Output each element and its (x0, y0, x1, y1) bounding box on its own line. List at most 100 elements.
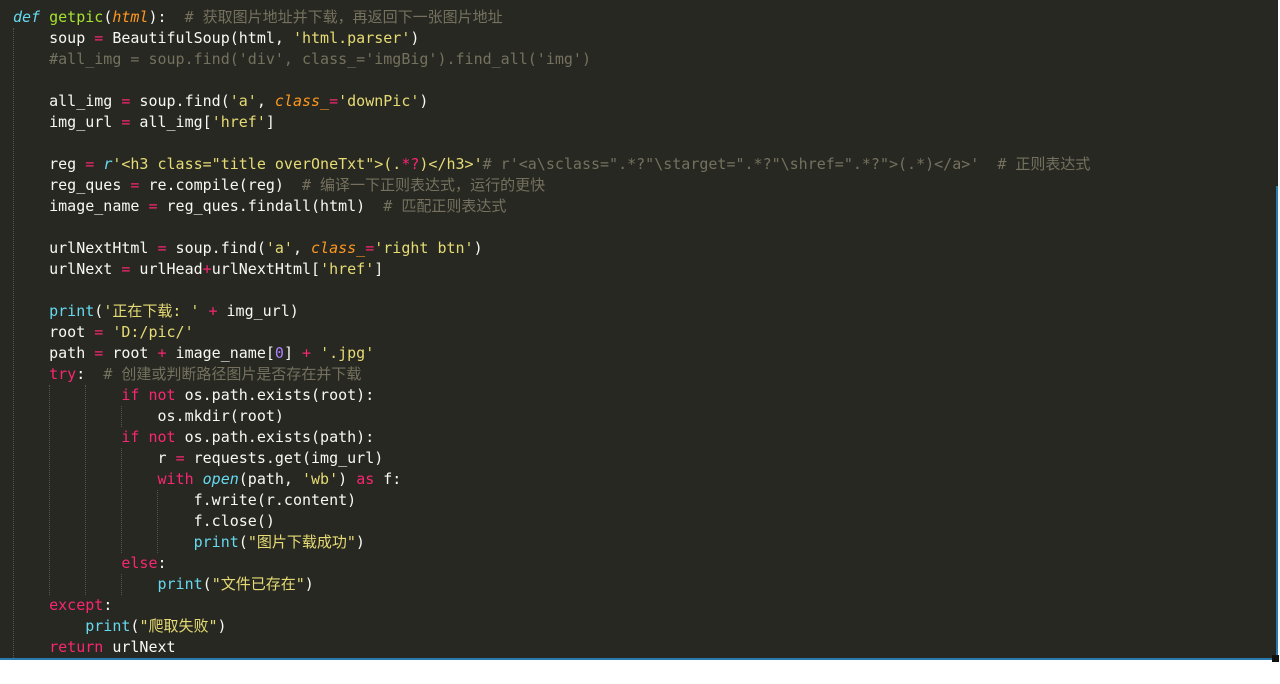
code-token-plain: os.path.exists(root): (175, 386, 375, 404)
code-token-str: 'D:/pic/' (112, 323, 194, 341)
code-token-op: *? (401, 155, 420, 173)
editor-bottom-border (0, 658, 1276, 660)
code-line[interactable]: img_url = all_img['href'] (13, 112, 275, 133)
code-token-op: = (94, 323, 104, 341)
code-token-plain: soup.find( (166, 239, 266, 257)
code-token-builtin: print (49, 302, 95, 320)
code-token-str: '.jpg' (320, 344, 375, 362)
code-line[interactable]: os.mkdir(root) (13, 406, 284, 427)
code-editor[interactable]: def getpic(html): # 获取图片地址并下载，再返回下一张图片地址… (0, 0, 1276, 659)
code-token-kw: try (49, 365, 77, 383)
code-line[interactable]: print("文件已存在") (13, 574, 314, 595)
code-line[interactable]: r = requests.get(img_url) (13, 448, 383, 469)
code-line[interactable]: print("图片下载成功") (13, 532, 365, 553)
code-token-plain: urlHead (130, 260, 203, 278)
code-token-plain: all_img[ (130, 113, 212, 131)
code-token-kw: not (148, 386, 176, 404)
code-line[interactable]: root = 'D:/pic/' (13, 322, 194, 343)
code-token-plain: image_name (13, 197, 149, 215)
code-token-op: = (148, 197, 158, 215)
code-token-plain: all_img (13, 92, 122, 110)
code-line[interactable]: image_name = reg_ques.findall(html) # 匹配… (13, 196, 506, 217)
code-token-str: )</h3>' (419, 155, 483, 173)
code-token-plain: root (103, 344, 158, 362)
code-line[interactable]: urlNext = urlHead+urlNextHtml['href'] (13, 259, 383, 280)
code-line[interactable]: reg_ques = re.compile(reg) # 编译一下正则表达式，运… (13, 175, 545, 196)
code-token-plain: (path, (238, 470, 302, 488)
code-token-kwi: open (202, 470, 239, 488)
code-token-com: # 编译一下正则表达式，运行的更快 (302, 176, 546, 194)
code-line[interactable]: print("爬取失败") (13, 616, 226, 637)
code-line[interactable]: else: (13, 553, 167, 574)
code-token-plain: ) (473, 239, 483, 257)
code-line[interactable]: soup = BeautifulSoup(html, 'html.parser'… (13, 28, 419, 49)
code-token-plain: image_name[ (166, 344, 275, 362)
code-token-str: '<h3 class="title overOneTxt">(. (112, 155, 402, 173)
code-token-kw: with (157, 470, 194, 488)
scrollbar-track[interactable] (1276, 186, 1278, 660)
code-token-kwi: def (13, 8, 41, 26)
code-token-str: "爬取失败" (139, 617, 218, 635)
code-token-plain: r (13, 449, 176, 467)
code-token-str: '正在下载: ' (103, 302, 200, 320)
code-line[interactable]: f.write(r.content) (13, 490, 357, 511)
code-line[interactable]: print('正在下载: ' + img_url) (13, 301, 299, 322)
code-line[interactable]: #all_img = soup.find('div', class_='imgB… (13, 49, 591, 70)
code-token-kwi: r (103, 155, 113, 173)
code-line[interactable]: urlNextHtml = soup.find('a', class_='rig… (13, 238, 483, 259)
code-line[interactable]: if not os.path.exists(path): (13, 427, 374, 448)
code-token-plain: : (157, 554, 167, 572)
code-token-plain: ): (148, 8, 185, 26)
code-token-plain: requests.get(img_url) (184, 449, 384, 467)
code-token-plain: f: (374, 470, 402, 488)
code-token-plain: : (103, 596, 113, 614)
code-token-kw: return (49, 638, 104, 656)
code-token-plain: soup.find( (130, 92, 230, 110)
code-token-str: 'html.parser' (292, 29, 411, 47)
code-token-str: "文件已存在" (211, 575, 305, 593)
code-line[interactable]: return urlNext (13, 637, 175, 658)
code-token-kw: not (148, 428, 176, 446)
code-token-com: # 创建或判断路径图片是否存在并下载 (103, 365, 362, 383)
code-token-plain: , (292, 239, 312, 257)
code-token-kw: if (121, 428, 140, 446)
code-token-plain: f.close() (13, 512, 275, 530)
code-line[interactable]: if not os.path.exists(root): (13, 385, 374, 406)
resize-handle[interactable] (1272, 655, 1279, 662)
code-token-kw: except (49, 596, 104, 614)
code-token-str: 'a' (265, 239, 293, 257)
code-line[interactable]: with open(path, 'wb') as f: (13, 469, 402, 490)
code-line[interactable]: path = root + image_name[0] + '.jpg' (13, 343, 374, 364)
code-token-plain: , (256, 92, 275, 110)
code-line[interactable]: try: # 创建或判断路径图片是否存在并下载 (13, 364, 361, 385)
code-token-builtin: print (157, 575, 203, 593)
code-token-param: class_ (311, 239, 366, 257)
code-token-plain: urlNext (13, 260, 122, 278)
code-token-plain: os.mkdir(root) (13, 407, 284, 425)
code-token-plain: ] (265, 113, 275, 131)
code-token-com: # 匹配正则表达式 (383, 197, 507, 215)
code-token-plain: ( (202, 575, 212, 593)
code-token-op: = (365, 239, 375, 257)
code-token-plain: f.write(r.content) (13, 491, 357, 509)
code-token-com: #all_img = soup.find('div', class_='imgB… (13, 50, 591, 68)
code-token-plain: ) (355, 533, 365, 551)
code-token-str: 'wb' (302, 470, 339, 488)
code-token-num: 0 (274, 344, 284, 362)
code-line[interactable]: reg = r'<h3 class="title overOneTxt">(.*… (13, 154, 1090, 175)
code-line[interactable]: def getpic(html): # 获取图片地址并下载，再返回下一张图片地址 (13, 7, 503, 28)
code-line[interactable]: except: (13, 595, 112, 616)
code-token-str: 'href' (211, 113, 266, 131)
code-token-plain: ( (238, 533, 248, 551)
code-line[interactable]: all_img = soup.find('a', class_='downPic… (13, 91, 428, 112)
code-token-plain: ( (94, 302, 104, 320)
code-line[interactable]: f.close() (13, 511, 275, 532)
